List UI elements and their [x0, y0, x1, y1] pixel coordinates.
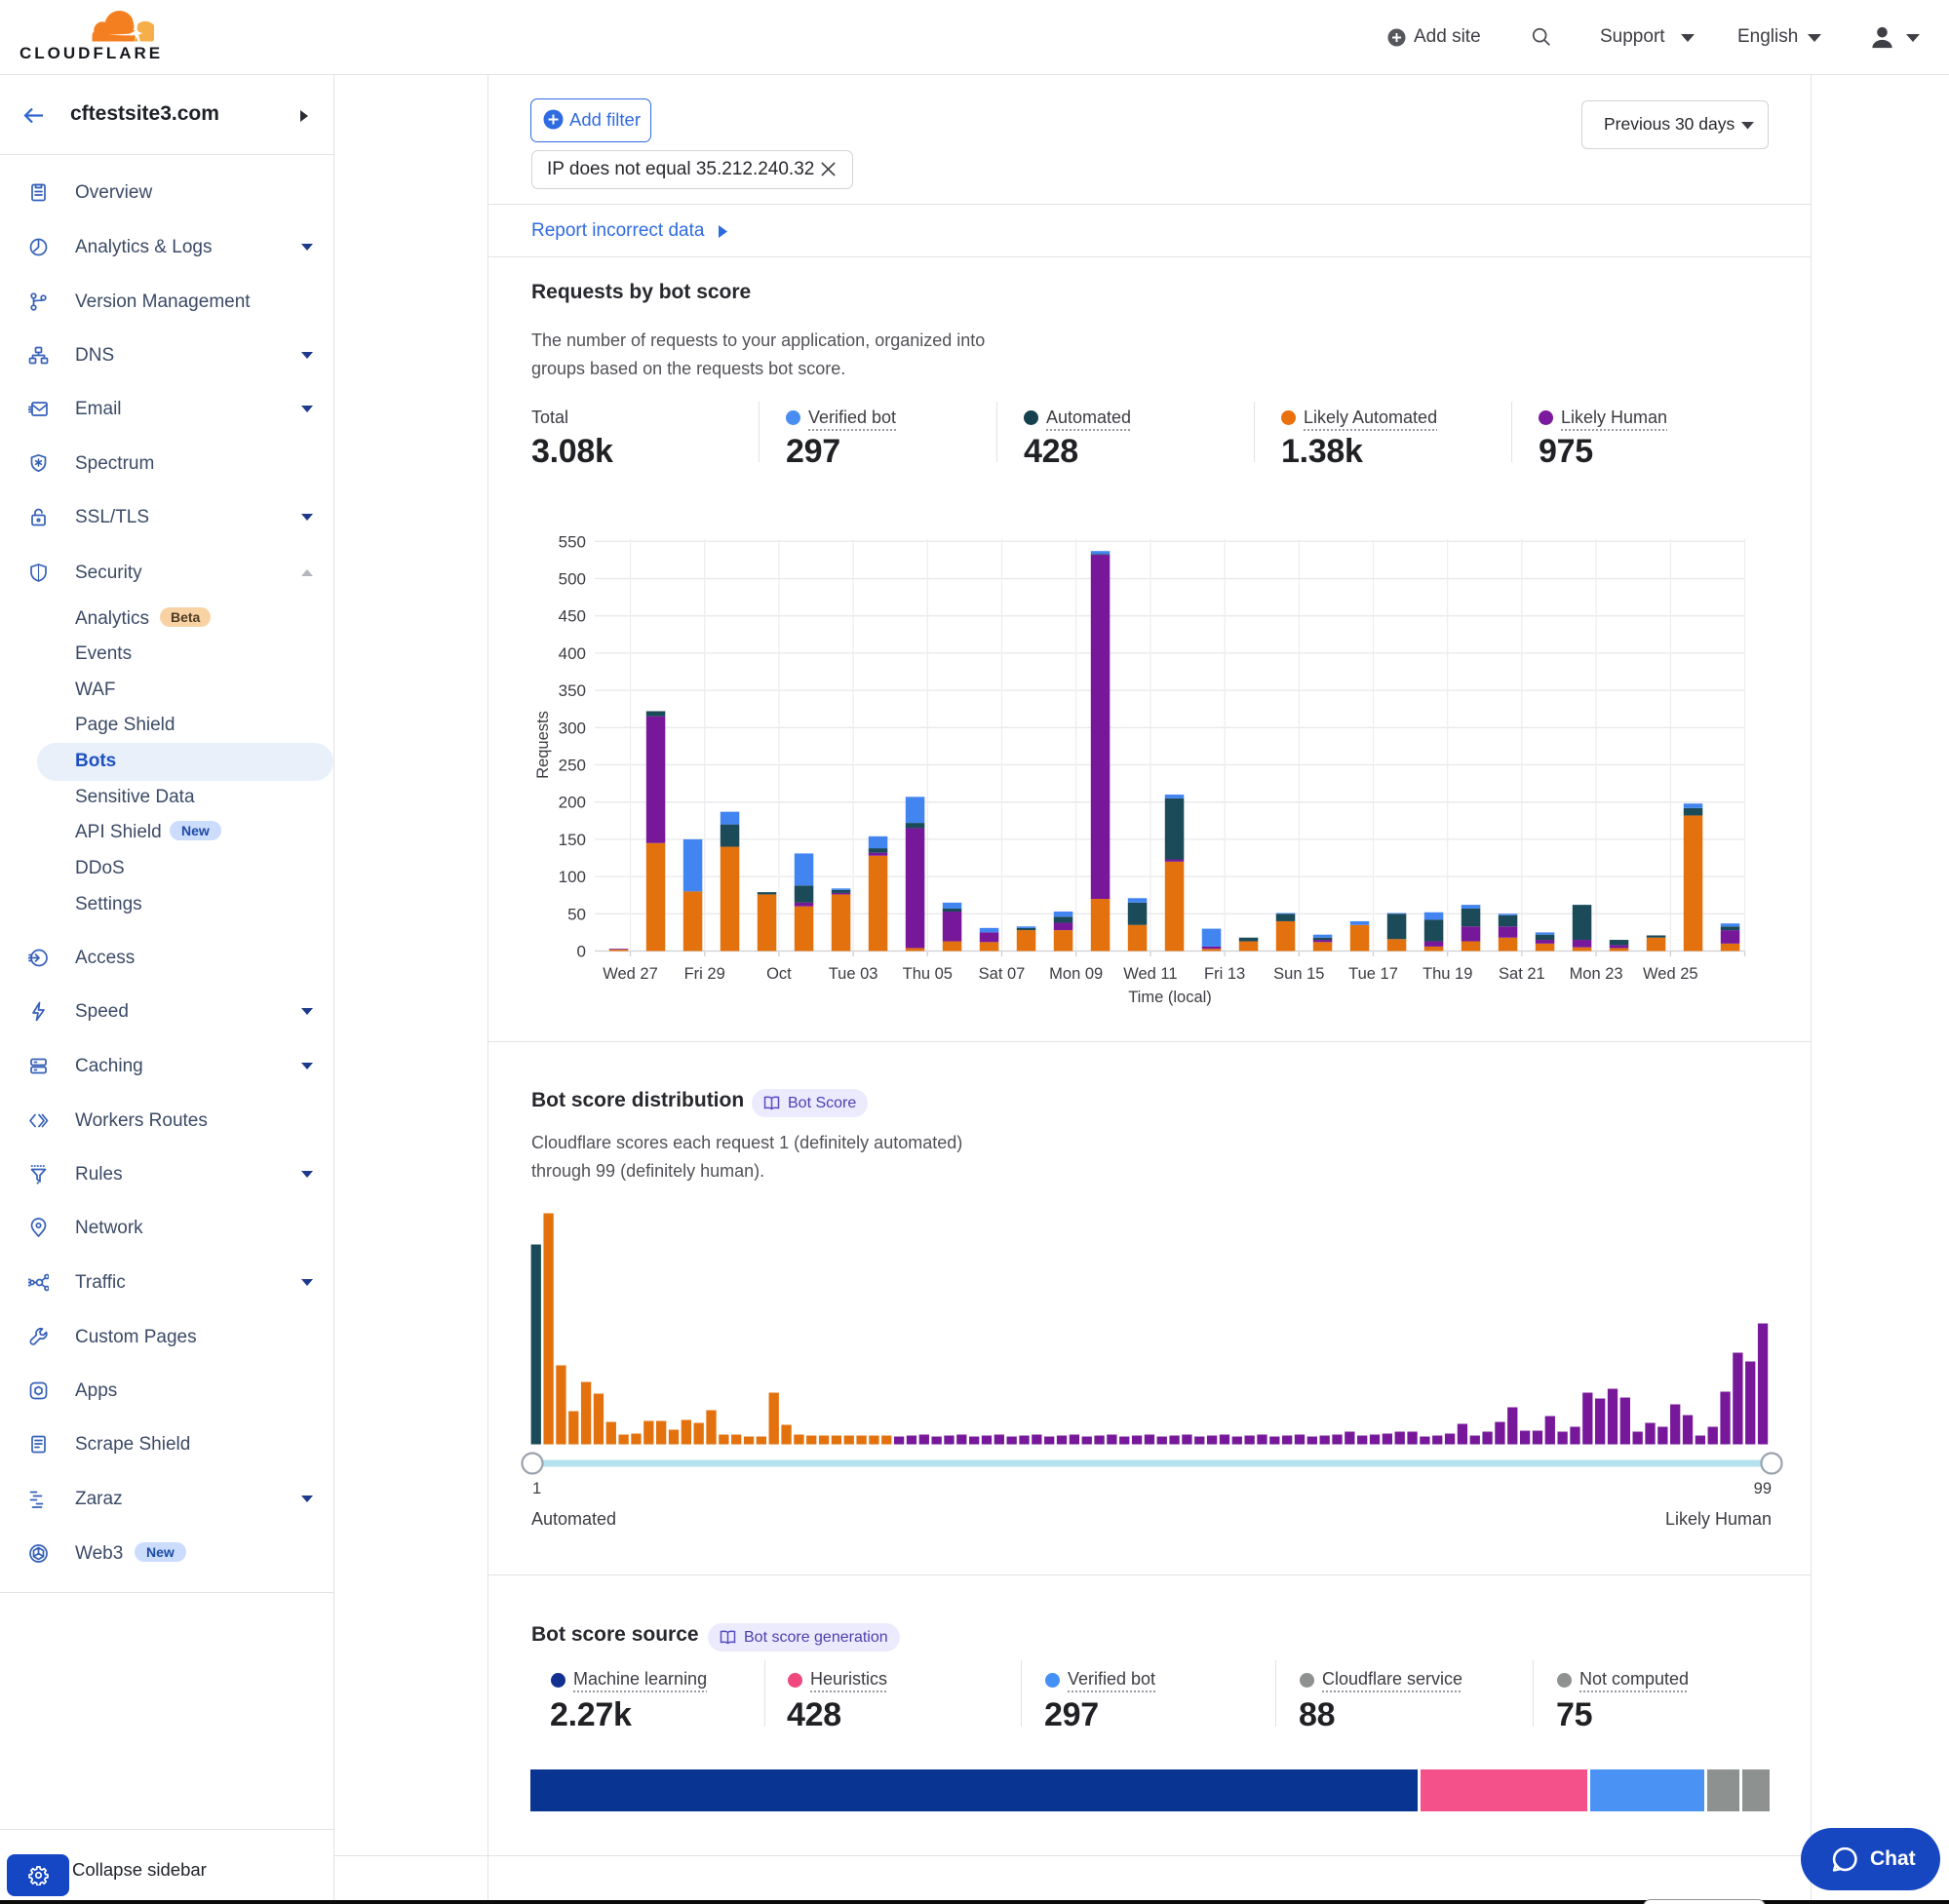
svg-text:500: 500	[559, 570, 586, 589]
svg-text:300: 300	[559, 719, 586, 737]
svg-text:200: 200	[559, 794, 586, 812]
svg-text:Tue 17: Tue 17	[1348, 965, 1398, 983]
svg-text:350: 350	[559, 681, 586, 700]
svg-text:Oct: Oct	[766, 965, 792, 983]
svg-text:Wed 25: Wed 25	[1643, 965, 1698, 983]
svg-text:Sat 21: Sat 21	[1499, 965, 1545, 983]
svg-text:Requests: Requests	[534, 711, 552, 779]
svg-text:250: 250	[559, 757, 586, 775]
svg-text:150: 150	[559, 831, 586, 849]
svg-text:400: 400	[559, 644, 586, 663]
svg-text:Sat 07: Sat 07	[979, 965, 1026, 983]
svg-text:Time (local): Time (local)	[1128, 989, 1212, 1006]
svg-text:Wed 11: Wed 11	[1123, 965, 1177, 983]
svg-text:Fri 29: Fri 29	[684, 965, 725, 983]
svg-text:100: 100	[559, 868, 586, 886]
svg-text:Wed 27: Wed 27	[603, 965, 658, 983]
svg-text:Tue 03: Tue 03	[829, 965, 878, 983]
svg-text:Fri 13: Fri 13	[1204, 965, 1245, 983]
svg-text:0: 0	[577, 943, 586, 961]
svg-text:Thu 05: Thu 05	[903, 965, 953, 983]
svg-text:Thu 19: Thu 19	[1423, 965, 1472, 983]
svg-text:Mon 09: Mon 09	[1049, 965, 1103, 983]
svg-text:450: 450	[559, 607, 586, 626]
svg-text:Mon 23: Mon 23	[1570, 965, 1623, 983]
svg-text:Sun 15: Sun 15	[1273, 965, 1324, 983]
svg-text:550: 550	[559, 532, 586, 551]
svg-text:50: 50	[567, 905, 586, 923]
